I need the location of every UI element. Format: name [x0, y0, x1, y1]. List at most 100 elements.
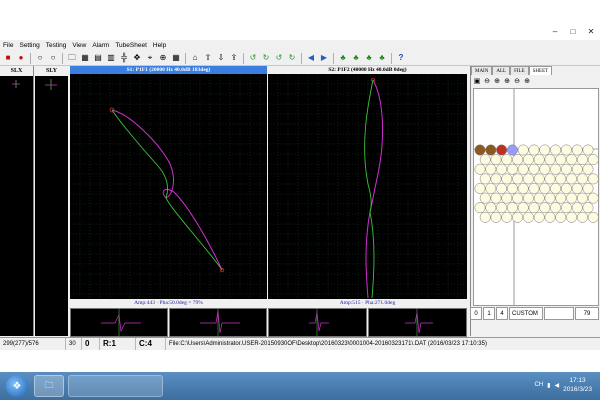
- minimize-button[interactable]: –: [550, 28, 560, 36]
- clock[interactable]: 17:13 2016/3/23: [563, 376, 592, 394]
- prev-icon[interactable]: ◀: [306, 53, 316, 63]
- tube-cell: [571, 183, 583, 194]
- tubesheet-panel: MAIN ALL FILE SHEET ▣ ⊖ ⊕ ⊕ ⊖ ⊕: [470, 66, 600, 336]
- tab-sheet[interactable]: SHEET: [528, 66, 553, 75]
- tube-cell: [571, 202, 583, 214]
- menu-alarm[interactable]: Alarm: [92, 40, 109, 51]
- home-icon[interactable]: ⌂: [190, 53, 200, 63]
- cursor-icon[interactable]: ⌖: [145, 53, 155, 63]
- zoom-in-icon[interactable]: ⊕: [503, 77, 511, 85]
- menu-setting[interactable]: Setting: [19, 40, 39, 51]
- menu-view[interactable]: View: [72, 40, 86, 51]
- zoom-in-icon[interactable]: ⊕: [523, 77, 531, 85]
- tube-cell: [587, 173, 599, 185]
- zoom-icon[interactable]: ⊕: [158, 53, 168, 63]
- zoom-in-icon[interactable]: ⊕: [493, 77, 501, 85]
- grid-icon[interactable]: ▦: [171, 53, 181, 63]
- toolbar: ■ ● ○ ○ 🗀 ▦ ▤ ▥ ╬ ✥ ⌖ ⊕ ▦ ⌂ ⇧ ⇩ ⇪ ↺ ↻ ↺ ↻ ◀ ▶ ♣ ♣ ♣ ♣?: [0, 51, 600, 66]
- stop-icon[interactable]: ■: [3, 53, 13, 63]
- sly-trace: [45, 79, 57, 90]
- network-icon[interactable]: ▮: [547, 382, 550, 389]
- tube-cell: [528, 183, 540, 194]
- menu-tubesheet[interactable]: TubeSheet: [115, 40, 147, 51]
- tab-file[interactable]: FILE: [510, 66, 529, 75]
- tube-cell: [485, 163, 497, 175]
- s1-mini-plot-y[interactable]: [169, 308, 267, 337]
- tube-cell: [587, 154, 599, 166]
- slx-panel[interactable]: SLX: [0, 66, 34, 336]
- down-icon[interactable]: ⇩: [216, 53, 226, 63]
- balance-icon[interactable]: ╬: [119, 53, 129, 63]
- tab-main[interactable]: MAIN: [471, 66, 493, 75]
- tube-cell: [528, 163, 540, 175]
- s1-lissajous-plot[interactable]: S1: P1F1 (20000 Hz 40.0dB 183deg): [70, 66, 267, 299]
- table-icon[interactable]: ▤: [93, 53, 103, 63]
- s1-plot-title: S1: P1F1 (20000 Hz 40.0dB 183deg): [70, 66, 267, 74]
- tube-icon[interactable]: ♣: [338, 53, 348, 63]
- s1-mini-plot-x[interactable]: [70, 308, 168, 337]
- tube-cell: [571, 144, 583, 156]
- tubesheet-map[interactable]: [473, 88, 599, 306]
- tube-cell: [582, 183, 594, 194]
- tube-cell: [539, 202, 551, 214]
- help-icon[interactable]: ?: [396, 53, 406, 63]
- tube-cell: [490, 154, 502, 166]
- chart-icon[interactable]: ▥: [106, 53, 116, 63]
- s2-mini-plot-y[interactable]: [368, 308, 467, 337]
- tube-cell: [485, 144, 497, 156]
- ring-icon[interactable]: ○: [35, 53, 45, 63]
- tube-icon[interactable]: ♣: [351, 53, 361, 63]
- s2-mini-plot-x[interactable]: [268, 308, 367, 337]
- taskbar-explorer[interactable]: 🗀: [34, 375, 64, 397]
- save-icon[interactable]: ▦: [80, 53, 90, 63]
- taskbar-eddy-current-app[interactable]: [68, 375, 163, 397]
- start-button[interactable]: ❖: [6, 375, 28, 397]
- exit-icon[interactable]: ⇪: [229, 53, 239, 63]
- up-icon[interactable]: ⇧: [203, 53, 213, 63]
- tube-cell: [496, 183, 508, 194]
- cross-icon[interactable]: ✥: [132, 53, 142, 63]
- menu-help[interactable]: Help: [153, 40, 166, 51]
- tube-cell: [485, 202, 497, 214]
- tube-cell: [576, 154, 588, 166]
- rotate-back-icon[interactable]: ↻: [287, 53, 297, 63]
- zoom-out-icon[interactable]: ⊖: [483, 77, 491, 85]
- tube-icon[interactable]: ♣: [377, 53, 387, 63]
- rotate-left-icon[interactable]: ↺: [248, 53, 258, 63]
- tab-all[interactable]: ALL: [492, 66, 511, 75]
- desktop-strip: [0, 350, 600, 372]
- maximize-button[interactable]: □: [568, 28, 578, 36]
- tube-cell: [582, 163, 594, 175]
- tube-icon[interactable]: ♣: [364, 53, 374, 63]
- ring-icon[interactable]: ○: [48, 53, 58, 63]
- tube-cell: [490, 173, 502, 185]
- select-icon[interactable]: ▣: [473, 77, 481, 85]
- status-bar: 299(277)/576 30 0 R:1 C:4 File:C:\Users\…: [0, 337, 600, 350]
- record-icon[interactable]: ●: [16, 53, 26, 63]
- tube-cell: [560, 202, 572, 214]
- status-row: R:1: [100, 338, 136, 350]
- open-folder-icon[interactable]: 🗀: [67, 53, 77, 63]
- language-indicator[interactable]: CH: [534, 382, 543, 388]
- tube-cell: [517, 202, 529, 214]
- menu-bar: File Setting Testing View Alarm TubeShee…: [0, 40, 600, 51]
- rotate-right-icon[interactable]: ↻: [261, 53, 271, 63]
- tube-cell: [528, 144, 540, 156]
- windows-logo-icon: ❖: [12, 380, 22, 392]
- close-button[interactable]: ✕: [586, 28, 596, 36]
- system-tray: CH ▮ ◀ 17:13 2016/3/23: [534, 376, 592, 394]
- s2-lissajous-plot[interactable]: S2: P1F2 (40000 Hz 40.0dB 0deg): [268, 66, 467, 299]
- menu-testing[interactable]: Testing: [46, 40, 67, 51]
- tube-grid[interactable]: [474, 89, 599, 305]
- rotate-icon[interactable]: ↺: [274, 53, 284, 63]
- tube-cell: [517, 163, 529, 175]
- zoom-out-icon[interactable]: ⊖: [513, 77, 521, 85]
- info-field-1: 1: [483, 307, 495, 320]
- next-icon[interactable]: ▶: [319, 53, 329, 63]
- toolbar-separator: [185, 52, 186, 64]
- volume-icon[interactable]: ◀: [554, 382, 559, 389]
- sly-panel[interactable]: SLY: [35, 66, 68, 336]
- status-column: C:4: [136, 338, 166, 350]
- menu-file[interactable]: File: [3, 40, 13, 51]
- s2-plot-title: S2: P1F2 (40000 Hz 40.0dB 0deg): [268, 66, 467, 74]
